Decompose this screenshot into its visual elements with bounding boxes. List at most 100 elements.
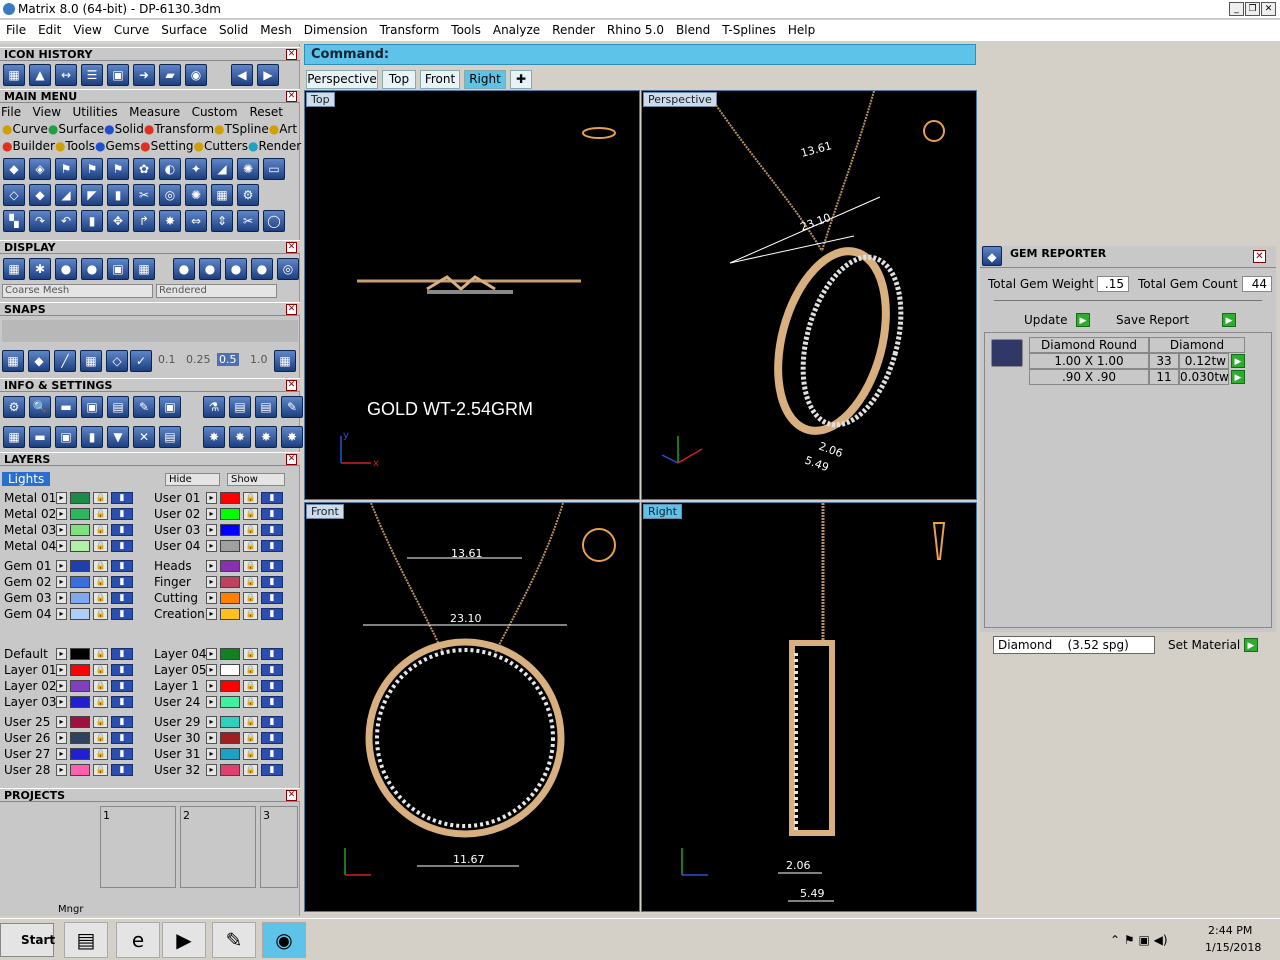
update-arrow-icon[interactable]: ▶ — [1076, 313, 1090, 327]
layer-color-swatch[interactable] — [70, 764, 90, 776]
layer-color-swatch[interactable] — [220, 748, 240, 760]
mm-surface[interactable]: Surface — [58, 122, 104, 136]
lock-icon[interactable]: 🔒 — [93, 680, 108, 692]
lock-icon[interactable]: 🔒 — [93, 732, 108, 744]
set-material-arrow-icon[interactable]: ▶ — [1244, 638, 1258, 652]
layer-row[interactable]: Layer 05 ▸ 🔒 ▮ — [153, 662, 293, 678]
visibility-icon[interactable]: ▮ — [261, 524, 283, 536]
lock-icon[interactable]: 🔒 — [93, 576, 108, 588]
layer-row[interactable]: Cutting ▸ 🔒 ▮ — [153, 590, 293, 606]
mm-curve[interactable]: Curve — [12, 122, 47, 136]
save-icon[interactable]: ▣ — [107, 64, 129, 86]
lock-icon[interactable]: 🔒 — [93, 508, 108, 520]
menu-transform[interactable]: Transform — [374, 20, 446, 37]
lock-icon[interactable]: 🔒 — [93, 492, 108, 504]
mm-file[interactable]: File — [1, 105, 21, 119]
layer-expand-icon[interactable]: ▸ — [206, 508, 217, 520]
mm-custom[interactable]: Custom — [192, 105, 238, 119]
visibility-icon[interactable]: ▮ — [111, 716, 133, 728]
visibility-icon[interactable]: ▮ — [111, 540, 133, 552]
clock-date[interactable]: 1/15/2018 — [1205, 941, 1261, 954]
layer-row[interactable]: Layer 03 ▸ 🔒 ▮ — [3, 694, 143, 710]
mm-art[interactable]: Art — [279, 122, 297, 136]
layer-color-swatch[interactable] — [70, 648, 90, 660]
close-icon[interactable]: ✕ — [286, 242, 297, 253]
project-slot-3[interactable]: 3 — [260, 806, 298, 888]
layer-expand-icon[interactable]: ▸ — [56, 716, 67, 728]
layer-row[interactable]: User 31 ▸ 🔒 ▮ — [153, 746, 293, 762]
lock-icon[interactable]: 🔒 — [243, 576, 258, 588]
start-button[interactable]: Start — [0, 923, 55, 957]
lock-icon[interactable]: 🔒 — [93, 648, 108, 660]
lock-icon[interactable]: 🔒 — [243, 716, 258, 728]
display-mode-select[interactable]: Rendered — [156, 284, 277, 298]
layer-color-swatch[interactable] — [70, 576, 90, 588]
tab-front[interactable]: Front — [420, 70, 460, 89]
lock-icon[interactable]: 🔒 — [243, 764, 258, 776]
layer-expand-icon[interactable]: ▸ — [206, 608, 217, 620]
layer-expand-icon[interactable]: ▸ — [206, 540, 217, 552]
layer-expand-icon[interactable]: ▸ — [206, 680, 217, 692]
visibility-icon[interactable]: ▮ — [261, 716, 283, 728]
paint-icon[interactable]: ✎ — [212, 922, 256, 958]
lock-icon[interactable]: 🔒 — [243, 608, 258, 620]
layer-expand-icon[interactable]: ▸ — [56, 592, 67, 604]
layer-expand-icon[interactable]: ▸ — [206, 664, 217, 676]
mm-solid[interactable]: Solid — [115, 122, 144, 136]
file-explorer-icon[interactable]: ▤ — [64, 922, 108, 958]
lock-icon[interactable]: 🔒 — [93, 560, 108, 572]
layer-expand-icon[interactable]: ▸ — [56, 524, 67, 536]
clock-time[interactable]: 2:44 PM — [1208, 924, 1252, 937]
layer-row[interactable]: User 24 ▸ 🔒 ▮ — [153, 694, 293, 710]
close-icon[interactable]: ✕ — [286, 91, 297, 102]
minimize-button[interactable]: _ — [1229, 2, 1244, 16]
layer-row[interactable]: Gem 02 ▸ 🔒 ▮ — [3, 574, 143, 590]
menu-analyze[interactable]: Analyze — [487, 20, 546, 37]
lock-icon[interactable]: 🔒 — [243, 508, 258, 520]
visibility-icon[interactable]: ▮ — [261, 560, 283, 572]
layer-row[interactable]: User 28 ▸ 🔒 ▮ — [3, 762, 143, 778]
layer-row[interactable]: Heads ▸ 🔒 ▮ — [153, 558, 293, 574]
layer-expand-icon[interactable]: ▸ — [206, 592, 217, 604]
layer-row[interactable]: User 27 ▸ 🔒 ▮ — [3, 746, 143, 762]
visibility-icon[interactable]: ▮ — [261, 732, 283, 744]
menu-view[interactable]: View — [67, 20, 107, 37]
layer-color-swatch[interactable] — [70, 696, 90, 708]
visibility-icon[interactable]: ▮ — [111, 608, 133, 620]
list-icon[interactable]: ☰ — [81, 64, 103, 86]
layer-expand-icon[interactable]: ▸ — [56, 664, 67, 676]
layer-color-swatch[interactable] — [220, 540, 240, 552]
viewport-top[interactable]: Top y x GOLD WT-2.54GRM — [304, 90, 640, 500]
layer-expand-icon[interactable]: ▸ — [206, 764, 217, 776]
layer-color-swatch[interactable] — [70, 524, 90, 536]
visibility-icon[interactable]: ▮ — [111, 764, 133, 776]
layer-expand-icon[interactable]: ▸ — [206, 748, 217, 760]
menu-curve[interactable]: Curve — [108, 20, 155, 37]
menu-mesh[interactable]: Mesh — [254, 20, 298, 37]
restore-button[interactable]: ❐ — [1245, 2, 1260, 16]
menu-help[interactable]: Help — [782, 20, 821, 37]
lock-icon[interactable]: 🔒 — [243, 732, 258, 744]
layer-color-swatch[interactable] — [70, 592, 90, 604]
layer-expand-icon[interactable]: ▸ — [56, 608, 67, 620]
layer-row[interactable]: Finger ▸ 🔒 ▮ — [153, 574, 293, 590]
lock-icon[interactable]: 🔒 — [243, 680, 258, 692]
layer-row[interactable]: User 30 ▸ 🔒 ▮ — [153, 730, 293, 746]
layer-expand-icon[interactable]: ▸ — [56, 648, 67, 660]
layer-expand-icon[interactable]: ▸ — [56, 680, 67, 692]
visibility-icon[interactable]: ▮ — [261, 680, 283, 692]
visibility-icon[interactable]: ▮ — [111, 696, 133, 708]
layer-color-swatch[interactable] — [70, 540, 90, 552]
close-icon[interactable]: ✕ — [1253, 250, 1266, 263]
layer-row[interactable]: User 32 ▸ 🔒 ▮ — [153, 762, 293, 778]
mm-builder[interactable]: Builder — [12, 139, 54, 153]
layer-expand-icon[interactable]: ▸ — [56, 732, 67, 744]
gem-row-arrow-icon[interactable]: ▶ — [1231, 354, 1245, 368]
lock-icon[interactable]: 🔒 — [93, 664, 108, 676]
layer-row[interactable]: Layer 1 ▸ 🔒 ▮ — [153, 678, 293, 694]
close-icon[interactable]: ✕ — [286, 790, 297, 801]
lock-icon[interactable]: 🔒 — [93, 716, 108, 728]
layer-color-swatch[interactable] — [220, 508, 240, 520]
menu-tools[interactable]: Tools — [445, 20, 487, 37]
mm-render[interactable]: Render — [258, 139, 301, 153]
